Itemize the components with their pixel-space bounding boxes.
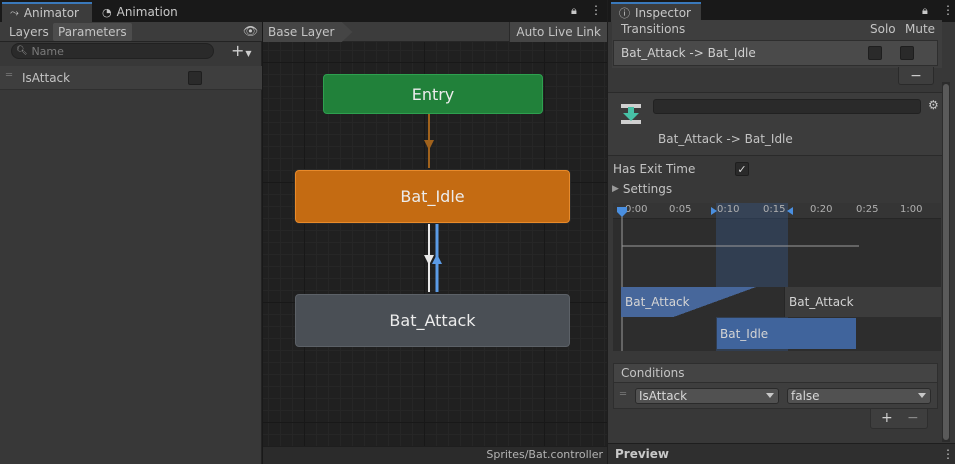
transitions-header: Transitions Solo Mute	[612, 20, 942, 38]
condition-parameter-dropdown[interactable]: IsAttack	[635, 388, 779, 404]
transitions-header-label: Transitions	[621, 22, 686, 36]
solo-column-label: Solo	[870, 22, 896, 36]
add-parameter-button[interactable]: +▼	[231, 41, 252, 60]
dropdown-arrow-icon	[766, 393, 774, 398]
inspector-lock-icon[interactable]: 🔒︎	[922, 4, 928, 18]
asset-path-bar: Sprites/Bat.controller	[263, 446, 607, 464]
preview-label: Preview	[615, 447, 670, 461]
playhead-icon[interactable]	[617, 207, 627, 217]
mute-column-label: Mute	[905, 22, 936, 36]
tab-animator[interactable]: ⤳ Animator	[2, 2, 92, 22]
preview-header[interactable]: Preview ⋮	[608, 443, 955, 464]
conditions-header: Conditions	[613, 363, 938, 383]
clock-icon: ◔	[102, 5, 112, 19]
solo-checkbox[interactable]	[868, 46, 882, 60]
transition-end-marker-icon[interactable]	[787, 207, 793, 215]
gear-icon[interactable]: ⚙	[928, 98, 939, 112]
animator-icon: ⤳	[10, 6, 19, 19]
source-state-next-bar-label: Bat_Attack	[789, 295, 854, 309]
chevron-down-icon: ▼	[245, 49, 252, 58]
remove-transition-label: −	[910, 67, 922, 84]
state-bat-attack-label: Bat_Attack	[389, 311, 476, 330]
parameter-bool-checkbox[interactable]	[188, 71, 202, 85]
remove-transition-button[interactable]: −	[898, 67, 934, 85]
animator-tabbar: ⤳ Animator ◔ Animation 🔒︎ ⋮	[0, 0, 607, 22]
inspector-tabbar: ⓘ Inspector 🔒︎ ⋮	[608, 0, 955, 22]
source-state-next-bar: Bat_Attack	[784, 287, 941, 317]
search-icon: 🔍︎	[16, 46, 28, 56]
state-bat-idle[interactable]: Bat_Idle	[295, 170, 570, 223]
has-exit-time-label: Has Exit Time	[613, 162, 696, 176]
add-parameter-label: +	[231, 41, 245, 60]
tab-layers-label: Layers	[9, 25, 49, 39]
has-exit-time-checkbox[interactable]: ✓	[735, 162, 749, 176]
remove-condition-button[interactable]: −	[907, 410, 919, 426]
tab-animation-label: Animation	[116, 5, 178, 19]
condition-row: ═ IsAttack false	[613, 383, 938, 409]
lock-icon[interactable]: 🔒︎	[571, 4, 577, 18]
transition-row[interactable]: Bat_Attack -> Bat_Idle	[613, 40, 938, 66]
transition-name-field[interactable]	[653, 99, 921, 114]
search-placeholder: Name	[31, 44, 64, 58]
condition-buttons: + −	[870, 409, 928, 429]
parameters-panel: Layers Parameters 👁︎ 🔍︎ Name +▼ ═ IsAtta…	[0, 22, 262, 464]
settings-label: Settings	[622, 182, 673, 196]
search-input[interactable]: 🔍︎ Name	[11, 43, 214, 59]
settings-foldout[interactable]: ▶ Settings	[612, 182, 672, 196]
eye-icon[interactable]: 👁︎	[243, 24, 258, 38]
tab-parameters[interactable]: Parameters	[53, 23, 132, 41]
state-entry[interactable]: Entry	[323, 74, 543, 114]
source-state-bar[interactable]: Bat_Attack	[621, 287, 784, 317]
tab-layers[interactable]: Layers	[4, 23, 54, 41]
state-bat-idle-label: Bat_Idle	[400, 187, 465, 206]
state-machine-graph[interactable]: Base Layer Auto Live Link Entry Bat_Idle…	[263, 22, 607, 464]
condition-value-dropdown[interactable]: false	[787, 388, 931, 404]
transition-timeline[interactable]: 0:00 0:05 0:10 0:15 0:20 0:25 1:00 Bat_A…	[613, 203, 941, 351]
state-entry-label: Entry	[411, 84, 455, 104]
transition-title: Bat_Attack -> Bat_Idle	[658, 132, 793, 146]
transition-icon	[621, 104, 641, 124]
mute-checkbox[interactable]	[900, 46, 914, 60]
entry-transition-arrowhead	[424, 140, 434, 150]
left-panel-tabs: Layers Parameters 👁︎	[0, 22, 262, 42]
conditions-header-label: Conditions	[621, 366, 685, 380]
state-bat-attack[interactable]: Bat_Attack	[295, 294, 570, 347]
inspector-more-menu-icon[interactable]: ⋮	[942, 3, 954, 17]
source-state-bar-label: Bat_Attack	[625, 295, 690, 309]
condition-drag-handle-icon[interactable]: ═	[620, 389, 626, 400]
parameter-name[interactable]: IsAttack	[22, 71, 70, 85]
condition-value-value: false	[791, 389, 820, 403]
dropdown-arrow-icon	[918, 393, 926, 398]
destination-state-bar[interactable]: Bat_Idle	[717, 318, 856, 349]
add-condition-button[interactable]: +	[881, 410, 893, 426]
info-icon: ⓘ	[619, 7, 630, 20]
inspector-panel: ⓘ Inspector 🔒︎ ⋮ Transitions Solo Mute B…	[607, 0, 955, 464]
chevron-right-icon: ▶	[612, 184, 619, 194]
asset-path: Sprites/Bat.controller	[486, 448, 603, 461]
tab-inspector-label: Inspector	[635, 6, 691, 20]
checkmark-icon: ✓	[737, 162, 747, 176]
condition-parameter-value: IsAttack	[639, 389, 688, 403]
inspector-scrollbar-thumb[interactable]	[943, 84, 949, 440]
more-menu-icon[interactable]: ⋮	[590, 3, 602, 17]
transition-start-marker-icon[interactable]	[711, 207, 717, 215]
tab-inspector[interactable]: ⓘ Inspector	[611, 2, 701, 22]
tab-animation[interactable]: ◔ Animation	[94, 2, 184, 22]
tab-animator-label: Animator	[23, 6, 79, 20]
tab-parameters-label: Parameters	[58, 25, 127, 39]
parameter-row[interactable]: ═ IsAttack	[0, 66, 262, 90]
drag-handle-icon[interactable]: ═	[6, 70, 12, 81]
destination-state-bar-label: Bat_Idle	[720, 326, 769, 341]
transition-row-label: Bat_Attack -> Bat_Idle	[621, 46, 756, 60]
preview-more-icon[interactable]: ⋮	[942, 447, 954, 461]
